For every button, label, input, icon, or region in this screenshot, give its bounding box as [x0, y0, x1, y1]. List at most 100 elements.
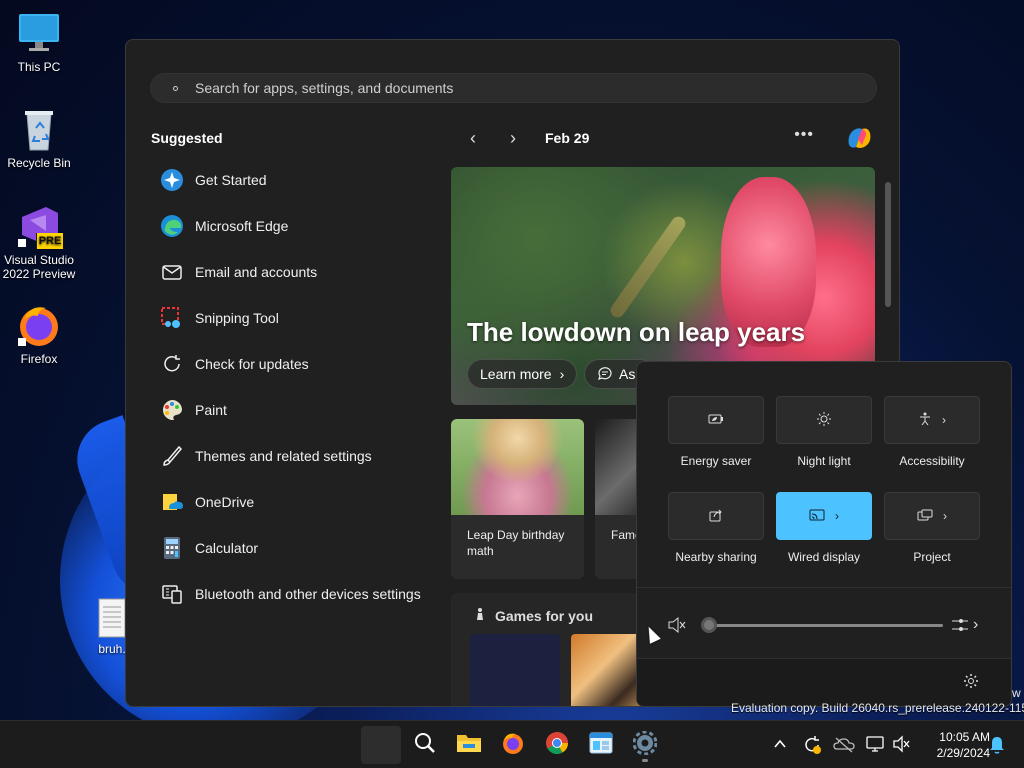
chat-icon: [597, 365, 613, 384]
volume-slider-thumb[interactable]: [701, 617, 717, 633]
suggested-item-snipping[interactable]: Snipping Tool: [159, 295, 449, 341]
tile-nearby-sharing[interactable]: [668, 492, 764, 540]
brush-icon: [159, 443, 185, 469]
file-explorer-button[interactable]: [449, 726, 489, 764]
sync-icon[interactable]: [801, 734, 823, 761]
quick-settings-panel: Energy saver Night light › Accessibility…: [636, 361, 1012, 707]
search-box[interactable]: Search for apps, settings, and documents: [150, 73, 877, 103]
suggested-item-label: Email and accounts: [195, 264, 318, 280]
tile-project[interactable]: ›: [884, 492, 980, 540]
battery-leaf-icon: [707, 413, 725, 428]
watermark-text: w: [1012, 686, 1021, 700]
frog-shape: [607, 213, 689, 321]
show-hidden-icons-chevron-icon[interactable]: [771, 735, 789, 758]
scrollbar-thumb[interactable]: [885, 182, 891, 307]
scrollbar[interactable]: [884, 167, 892, 317]
paint-icon: [159, 397, 185, 423]
onedrive-offline-icon[interactable]: [833, 735, 855, 758]
sun-icon: [817, 411, 831, 429]
search-button[interactable]: [405, 726, 445, 764]
chrome-button[interactable]: [537, 726, 577, 764]
tile-label: Energy saver: [680, 454, 752, 468]
suggested-item-label: Microsoft Edge: [195, 218, 289, 234]
suggested-item-email[interactable]: Email and accounts: [159, 249, 449, 295]
tile-wired-display[interactable]: ›: [776, 492, 872, 540]
chess-piece-icon: [473, 607, 487, 624]
audio-output-icon[interactable]: ›: [951, 616, 978, 634]
desktop-icon-visual-studio[interactable]: PRE Visual Studio 2022 Preview: [0, 203, 78, 281]
accessibility-icon: [918, 412, 932, 429]
firefox-icon: [16, 302, 62, 348]
firefox-button[interactable]: [493, 726, 533, 764]
suggested-item-edge[interactable]: Microsoft Edge: [159, 203, 449, 249]
volume-muted-icon[interactable]: [667, 616, 687, 639]
get-started-icon: [159, 167, 185, 193]
settings-button[interactable]: [625, 726, 665, 764]
chevron-right-icon: ›: [943, 509, 947, 523]
suggested-item-label: Bluetooth and other devices settings: [195, 586, 421, 602]
suggested-item-calculator[interactable]: Calculator: [159, 525, 449, 571]
app-window-icon: [589, 732, 613, 759]
games-title: Games for you: [495, 607, 594, 624]
suggested-item-label: Get Started: [195, 172, 267, 188]
network-icon[interactable]: [866, 735, 886, 758]
clock[interactable]: 10:05 AM 2/29/2024: [918, 729, 990, 761]
suggested-item-label: Check for updates: [195, 356, 309, 372]
notification-bell-icon[interactable]: [988, 735, 1006, 760]
evaluation-watermark: Evaluation copy. Build 26040.rs_prerelea…: [731, 701, 1024, 715]
visual-studio-icon: PRE: [16, 203, 63, 249]
clock-date: 2/29/2024: [936, 746, 990, 760]
desktop-icon-this-pc[interactable]: This PC: [0, 10, 78, 74]
tile-night-light[interactable]: [776, 396, 872, 444]
previous-arrow-icon[interactable]: ‹: [461, 126, 485, 150]
news-card-birthday[interactable]: Leap Day birthday math: [451, 419, 584, 579]
tile-label: Wired display: [787, 550, 861, 564]
suggested-item-themes[interactable]: Themes and related settings: [159, 433, 449, 479]
suggested-item-label: Calculator: [195, 540, 259, 556]
more-options-icon[interactable]: •••: [794, 126, 814, 144]
desktop-icon-firefox[interactable]: Firefox: [0, 302, 78, 366]
devices-icon: [159, 581, 185, 607]
tile-label: Project: [913, 550, 951, 564]
suggested-item-updates[interactable]: Check for updates: [159, 341, 449, 387]
tile-label: Nearby sharing: [675, 550, 757, 564]
chevron-right-icon: ›: [973, 616, 979, 633]
suggested-item-onedrive[interactable]: OneDrive: [159, 479, 449, 525]
volume-muted-icon[interactable]: [892, 735, 912, 758]
suggested-item-get-started[interactable]: Get Started: [159, 157, 449, 203]
search-icon: [414, 732, 436, 759]
tile-accessibility[interactable]: ›: [884, 396, 980, 444]
search-icon: [171, 83, 181, 93]
widget-date: Feb 29: [545, 130, 590, 146]
desktop-icon-recycle-bin[interactable]: Recycle Bin: [0, 106, 78, 170]
snipping-tool-icon: [159, 305, 185, 331]
suggested-item-paint[interactable]: Paint: [159, 387, 449, 433]
edge-icon: [159, 213, 185, 239]
copilot-icon[interactable]: [844, 123, 874, 153]
tile-label: Accessibility: [899, 454, 965, 468]
chevron-right-icon: ›: [559, 366, 565, 382]
quick-settings-footer: [637, 658, 1011, 706]
settings-gear-icon[interactable]: [963, 673, 979, 694]
widgets-button[interactable]: [581, 726, 621, 764]
start-button[interactable]: [361, 726, 401, 764]
suggested-item-label: OneDrive: [195, 494, 255, 510]
suggested-heading: Suggested: [151, 130, 223, 146]
clock-time: 10:05 AM: [939, 730, 990, 744]
suggested-list: Get Started Microsoft Edge Email and acc…: [159, 157, 449, 617]
divider: [637, 587, 1011, 588]
chess-game-tile[interactable]: [571, 634, 641, 706]
next-arrow-icon[interactable]: ›: [501, 126, 525, 150]
suggested-item-label: Paint: [195, 402, 227, 418]
folder-icon: [456, 732, 482, 759]
suggested-item-bluetooth[interactable]: Bluetooth and other devices settings: [159, 571, 449, 617]
game-tile[interactable]: [470, 634, 560, 706]
suggested-item-label: Snipping Tool: [195, 310, 279, 326]
tile-energy-saver[interactable]: [668, 396, 764, 444]
firefox-icon: [501, 731, 525, 760]
learn-more-button[interactable]: Learn more ›: [467, 359, 578, 389]
taskbar: 10:05 AM 2/29/2024: [0, 720, 1024, 768]
chrome-icon: [545, 731, 569, 760]
volume-slider-track[interactable]: [711, 624, 943, 627]
suggested-item-label: Themes and related settings: [195, 448, 372, 464]
